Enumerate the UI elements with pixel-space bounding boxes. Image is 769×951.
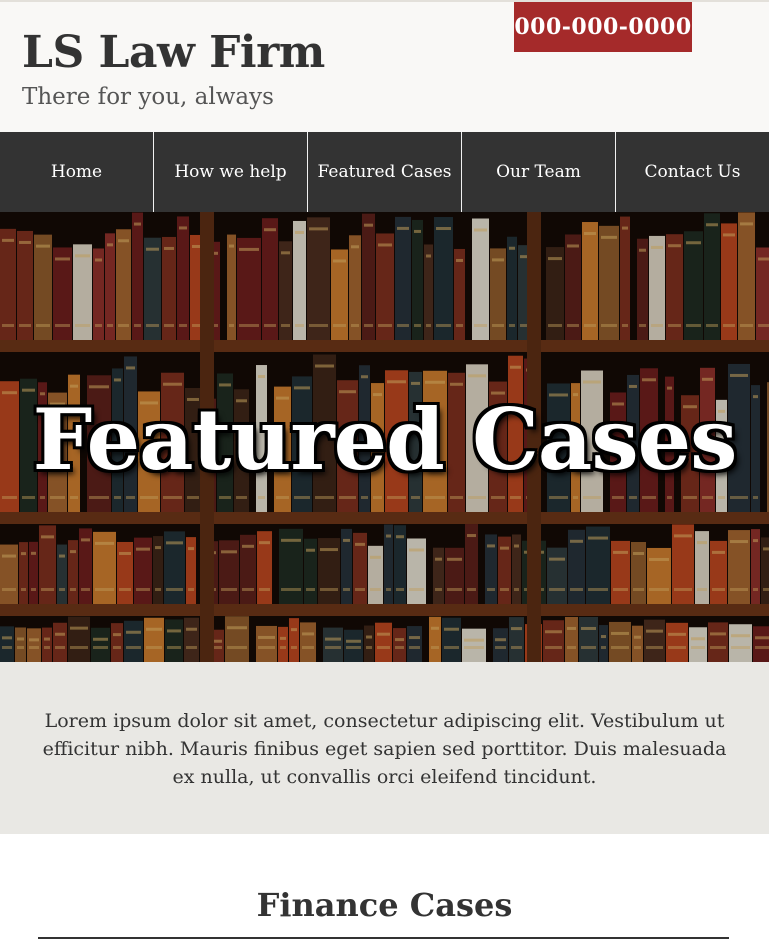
main-nav: Home How we help Featured Cases Our Team… [0, 132, 769, 212]
hero-title: Featured Cases [32, 390, 738, 489]
nav-item-our-team[interactable]: Our Team [461, 132, 615, 212]
nav-item-how-we-help[interactable]: How we help [153, 132, 307, 212]
nav-item-featured-cases[interactable]: Featured Cases [307, 132, 461, 212]
phone-button[interactable]: 000-000-0000 [514, 2, 692, 52]
intro-section: Lorem ipsum dolor sit amet, consectetur … [0, 662, 769, 834]
intro-text: Lorem ipsum dolor sit amet, consectetur … [42, 710, 727, 788]
site-title[interactable]: LS Law Firm [22, 27, 325, 78]
section-title: Finance Cases [256, 886, 513, 924]
site-header: LS Law Firm There for you, always 000-00… [0, 0, 769, 132]
site-tagline: There for you, always [22, 84, 274, 110]
nav-item-contact-us[interactable]: Contact Us [615, 132, 769, 212]
top-border [0, 0, 769, 2]
hero-banner: Featured Cases [0, 212, 769, 662]
nav-item-home[interactable]: Home [0, 132, 153, 212]
section-divider [38, 937, 729, 939]
